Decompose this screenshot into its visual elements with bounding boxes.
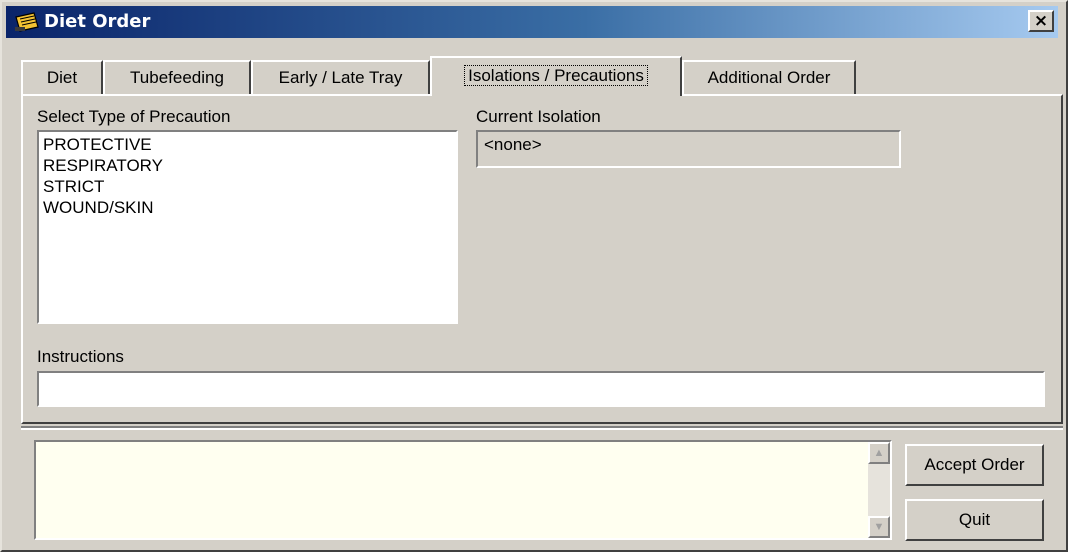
tab-additional-order[interactable]: Additional Order (682, 60, 856, 94)
precaution-listbox[interactable]: PROTECTIVE RESPIRATORY STRICT WOUND/SKIN (37, 130, 458, 324)
list-item[interactable]: RESPIRATORY (43, 155, 452, 176)
close-button[interactable]: × (1028, 10, 1054, 32)
tab-tubefeeding[interactable]: Tubefeeding (103, 60, 251, 94)
list-item[interactable]: STRICT (43, 176, 452, 197)
window-title: Diet Order (44, 11, 151, 32)
memo-scrollbar[interactable]: ▲ ▼ (868, 442, 890, 538)
scroll-up-button[interactable]: ▲ (868, 442, 890, 464)
current-isolation-value: <none> (484, 135, 542, 154)
tab-diet[interactable]: Diet (21, 60, 103, 94)
list-item[interactable]: PROTECTIVE (43, 134, 452, 155)
instructions-input[interactable] (37, 371, 1045, 407)
accept-order-button[interactable]: Accept Order (905, 444, 1044, 486)
tab-label: Tubefeeding (130, 68, 224, 87)
divider (21, 426, 1063, 430)
scroll-down-button[interactable]: ▼ (868, 516, 890, 538)
notepad-icon (15, 12, 39, 32)
tab-label: Isolations / Precautions (464, 65, 648, 86)
tab-label: Additional Order (707, 68, 831, 87)
list-item[interactable]: WOUND/SKIN (43, 197, 452, 218)
tab-isolations-precautions[interactable]: Isolations / Precautions (430, 56, 682, 96)
current-isolation-field: <none> (476, 130, 901, 168)
tab-early-late-tray[interactable]: Early / Late Tray (251, 60, 430, 94)
arrow-down-icon: ▼ (873, 521, 885, 533)
current-isolation-label: Current Isolation (476, 107, 601, 126)
arrow-up-icon: ▲ (873, 447, 885, 459)
quit-button[interactable]: Quit (905, 499, 1044, 541)
tab-label: Diet (46, 68, 78, 87)
diet-order-window: Diet Order × Diet Tubefeeding Early / La… (0, 0, 1068, 552)
title-bar[interactable]: Diet Order × (6, 6, 1058, 38)
close-icon: × (1033, 11, 1049, 31)
tab-label: Early / Late Tray (278, 68, 403, 87)
instructions-label: Instructions (37, 347, 124, 366)
precaution-label: Select Type of Precaution (37, 107, 231, 126)
order-summary-memo[interactable]: ▲ ▼ (34, 440, 892, 540)
